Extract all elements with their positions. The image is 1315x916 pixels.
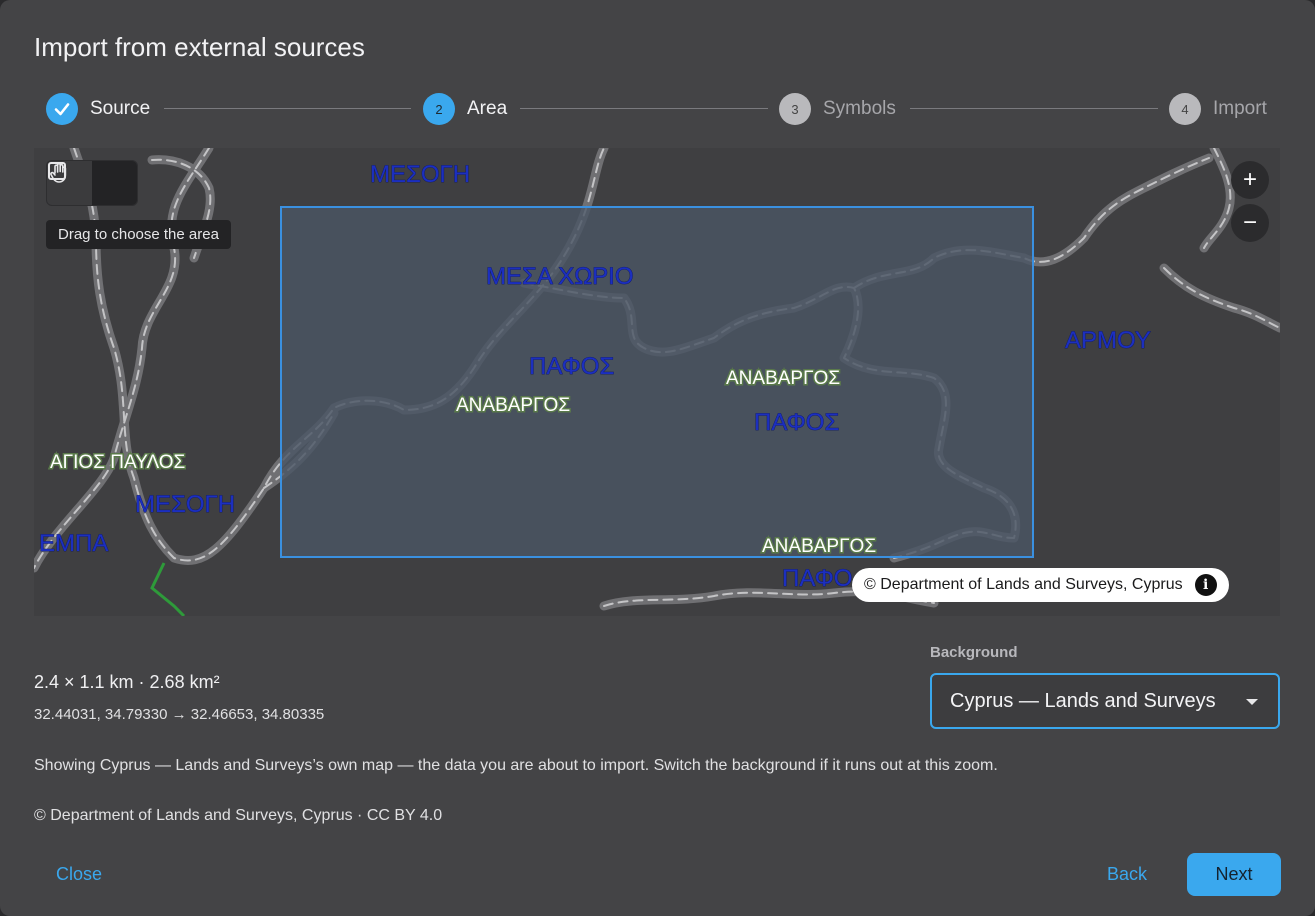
background-select[interactable]: Cyprus — Lands and Surveys [930, 673, 1280, 729]
place-label: ΑΡΜΟΥ [1065, 327, 1151, 354]
background-select-value: Cyprus — Lands and Surveys [950, 689, 1216, 712]
background-label: Background [930, 644, 1018, 661]
import-dialog: Import from external sources Source 2 Ar… [0, 0, 1315, 916]
place-label: ΕΜΠΑ [39, 530, 108, 557]
step-connector [164, 108, 411, 109]
minus-icon: − [1242, 209, 1257, 236]
step-number: 2 [423, 93, 455, 125]
hand-icon [50, 162, 67, 183]
step-connector [520, 108, 768, 109]
step-number: 4 [1169, 93, 1201, 125]
place-label: ΜΕΣΟΓΗ [135, 491, 235, 518]
close-button[interactable]: Close [56, 864, 102, 885]
place-label: ΠΑΦΟΣ [754, 409, 839, 436]
check-icon [46, 93, 78, 125]
license-credit: © Department of Lands and Surveys, Cypru… [34, 807, 443, 824]
plus-icon: + [1242, 166, 1257, 193]
step-label: Area [467, 98, 508, 119]
place-label: ΑΝΑΒΑΡΓΟΣ [726, 368, 840, 389]
place-label: ΜΕΣΑ ΧΩΡΙΟ [486, 263, 633, 290]
place-label: ΜΕΣΟΓΗ [370, 161, 470, 188]
step-label: Import [1213, 98, 1267, 119]
place-label: ΑΝΑΒΑΡΓΟΣ [762, 536, 876, 557]
info-icon[interactable]: i [1194, 574, 1217, 596]
step-area[interactable]: 2 Area [423, 90, 507, 128]
zoom-in-button[interactable]: + [1231, 161, 1269, 199]
step-label: Source [90, 98, 151, 119]
step-import[interactable]: 4 Import [1169, 90, 1267, 128]
map-view[interactable]: .road-o { fill: none; stroke: #707073; s… [34, 148, 1280, 616]
next-button[interactable]: Next [1187, 853, 1281, 896]
area-coordinates: 32.44031, 34.79330 → 32.46653, 34.80335 [34, 706, 325, 723]
selection-tool-group [46, 160, 138, 206]
place-label: ΠΑΦΟΣ [529, 353, 614, 380]
place-label: ΑΓΙΟΣ ΠΑΥΛΟΣ [50, 452, 185, 473]
step-source[interactable]: Source [46, 90, 150, 128]
background-note: Showing Cyprus — Lands and Surveys’s own… [34, 757, 998, 774]
attribution-text: © Department of Lands and Surveys, Cypru… [864, 576, 1183, 593]
selection-rectangle[interactable] [280, 206, 1034, 558]
map-attribution: © Department of Lands and Surveys, Cypru… [852, 568, 1229, 602]
stepper: Source 2 Area 3 Symbols 4 Import [34, 90, 1280, 128]
tool-tooltip: Drag to choose the area [46, 220, 231, 249]
dialog-title: Import from external sources [34, 32, 365, 62]
pan-tool-button[interactable] [50, 161, 137, 205]
step-number: 3 [779, 93, 811, 125]
back-button[interactable]: Back [1107, 864, 1147, 885]
step-symbols[interactable]: 3 Symbols [779, 90, 896, 128]
chevron-down-icon [1246, 699, 1258, 705]
place-label: ΠΑΦΟ [782, 565, 852, 592]
zoom-out-button[interactable]: − [1231, 204, 1269, 242]
green-path [150, 562, 186, 616]
place-label: ΑΝΑΒΑΡΓΟΣ [456, 395, 570, 416]
map-canvas[interactable]: .road-o { fill: none; stroke: #707073; s… [34, 148, 1280, 616]
area-dimensions: 2.4 × 1.1 km · 2.68 km² [34, 672, 220, 692]
step-connector [910, 108, 1158, 109]
step-label: Symbols [823, 98, 896, 119]
